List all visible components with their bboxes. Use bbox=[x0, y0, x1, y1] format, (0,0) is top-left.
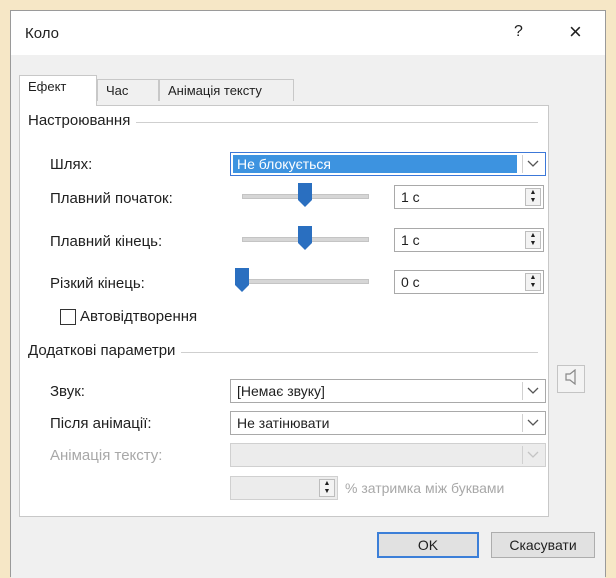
settings-heading: Настроювання bbox=[28, 112, 137, 129]
spin-down-icon[interactable]: ▼ bbox=[526, 197, 540, 205]
cancel-button[interactable]: Скасувати bbox=[491, 532, 595, 558]
sound-volume-button[interactable] bbox=[557, 365, 585, 393]
bounce-end-spinner[interactable]: 0 с ▲ ▼ bbox=[394, 270, 544, 294]
after-animation-select[interactable]: Не затінювати bbox=[230, 411, 546, 435]
letter-delay-spinner: ▲ ▼ bbox=[230, 476, 338, 500]
tab-timing-label: Час bbox=[106, 83, 129, 98]
smooth-start-label: Плавний початок: bbox=[50, 190, 173, 207]
spin-up-icon[interactable]: ▲ bbox=[526, 274, 540, 282]
sound-select-value: [Немає звуку] bbox=[237, 383, 325, 399]
help-button[interactable]: ? bbox=[514, 23, 523, 41]
dialog-title: Коло bbox=[25, 25, 60, 42]
spin-up-icon[interactable]: ▲ bbox=[526, 189, 540, 197]
extra-heading: Додаткові параметри bbox=[28, 342, 182, 359]
chevron-down-icon bbox=[522, 155, 543, 173]
spinner-buttons[interactable]: ▲ ▼ bbox=[525, 188, 541, 206]
spin-down-icon[interactable]: ▼ bbox=[526, 240, 540, 248]
smooth-end-slider[interactable] bbox=[297, 226, 312, 250]
spin-up-icon: ▲ bbox=[323, 480, 331, 487]
spin-up-icon[interactable]: ▲ bbox=[526, 232, 540, 240]
spinner-buttons[interactable]: ▲ ▼ bbox=[525, 273, 541, 291]
sound-label: Звук: bbox=[50, 383, 85, 400]
chevron-down-icon bbox=[522, 446, 543, 464]
bounce-end-value: 0 с bbox=[401, 274, 420, 290]
ok-button[interactable]: OK bbox=[377, 532, 479, 558]
sound-select[interactable]: [Немає звуку] bbox=[230, 379, 546, 403]
path-select[interactable]: Не блокується bbox=[230, 152, 546, 176]
letter-delay-suffix: % затримка між буквами bbox=[345, 480, 505, 496]
smooth-end-value: 1 с bbox=[401, 232, 420, 248]
tab-text-animation[interactable]: Анімація тексту bbox=[159, 79, 294, 101]
bounce-end-label: Різкий кінець: bbox=[50, 275, 145, 292]
path-label: Шлях: bbox=[50, 156, 93, 173]
spin-down-icon[interactable]: ▼ bbox=[526, 282, 540, 290]
tab-timing[interactable]: Час bbox=[97, 79, 159, 101]
dialog-content: Ефект Час Анімація тексту Настроювання Ш… bbox=[11, 55, 605, 578]
tab-effect[interactable]: Ефект bbox=[19, 75, 97, 106]
effect-panel: Настроювання Шлях: Не блокується Плавний… bbox=[19, 105, 549, 517]
spinner-buttons[interactable]: ▲ ▼ bbox=[525, 231, 541, 249]
smooth-end-label: Плавний кінець: bbox=[50, 233, 163, 250]
autoreverse-label: Автовідтворення bbox=[80, 308, 198, 325]
bounce-end-slider[interactable] bbox=[235, 268, 249, 292]
title-bar: Коло ? × bbox=[11, 11, 605, 55]
smooth-end-spinner[interactable]: 1 с ▲ ▼ bbox=[394, 228, 544, 252]
tab-text-animation-label: Анімація тексту bbox=[168, 83, 262, 98]
chevron-down-icon bbox=[522, 414, 543, 432]
smooth-start-value: 1 с bbox=[401, 189, 420, 205]
animate-text-select bbox=[230, 443, 546, 467]
bounce-end-track bbox=[242, 279, 369, 284]
smooth-start-spinner[interactable]: 1 с ▲ ▼ bbox=[394, 185, 544, 209]
animate-text-label: Анімація тексту: bbox=[50, 447, 163, 464]
tab-effect-label: Ефект bbox=[28, 79, 67, 94]
spinner-buttons: ▲ ▼ bbox=[319, 479, 335, 497]
chevron-down-icon bbox=[522, 382, 543, 400]
autoreverse-checkbox[interactable] bbox=[60, 309, 76, 325]
after-animation-label: Після анімації: bbox=[50, 415, 152, 432]
speaker-icon bbox=[564, 368, 578, 389]
path-select-value: Не блокується bbox=[233, 155, 517, 173]
dialog-window: Коло ? × Ефект Час Анімація тексту Настр… bbox=[10, 10, 606, 578]
close-button[interactable]: × bbox=[569, 19, 582, 45]
spin-down-icon: ▼ bbox=[323, 488, 331, 495]
after-animation-value: Не затінювати bbox=[237, 415, 330, 431]
smooth-start-slider[interactable] bbox=[297, 183, 312, 207]
